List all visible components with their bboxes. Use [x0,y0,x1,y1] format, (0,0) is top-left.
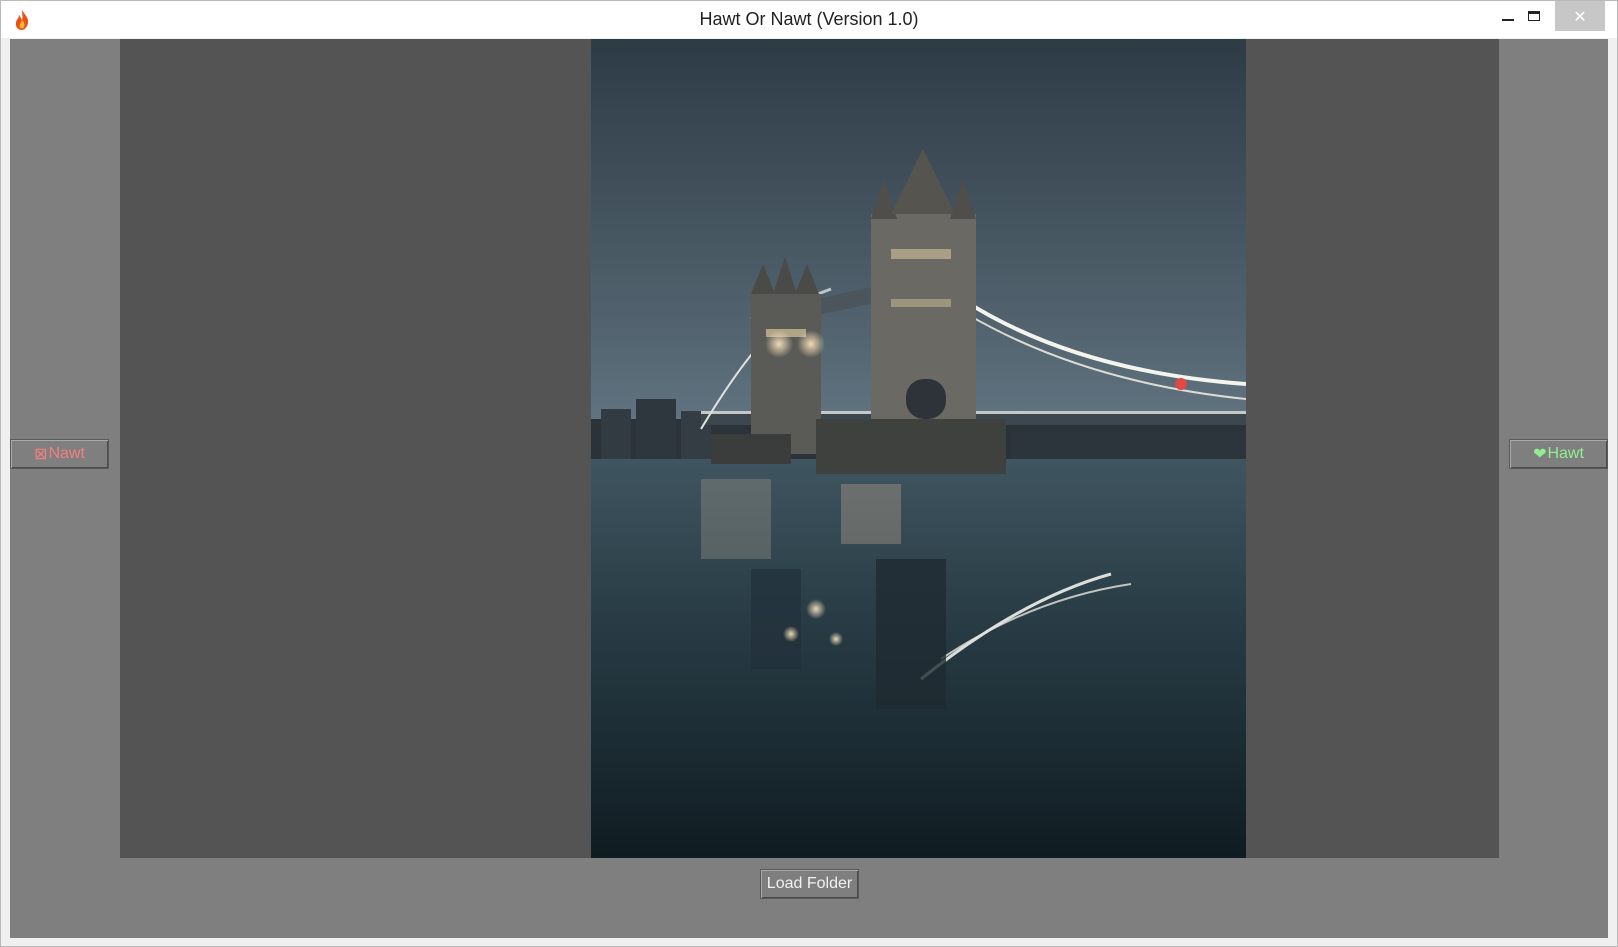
app-window: Hawt Or Nawt (Version 1.0) ✕ ⊠ Nawt ❤ Ha… [0,0,1618,947]
photo-tower-bridge [591,39,1246,858]
nawt-label: Nawt [48,445,85,462]
nawt-button[interactable]: ⊠ Nawt [10,439,109,469]
window-title: Hawt Or Nawt (Version 1.0) [699,9,919,29]
client-area: ⊠ Nawt ❤ Hawt Load Folder [10,39,1608,938]
photo-canvas [591,39,1246,858]
close-button[interactable]: ✕ [1555,1,1605,31]
maximize-icon [1528,11,1540,21]
image-viewer [120,39,1499,858]
close-icon: ✕ [1573,6,1587,26]
title-bar[interactable]: Hawt Or Nawt (Version 1.0) ✕ [1,1,1617,38]
hawt-button[interactable]: ❤ Hawt [1509,439,1608,469]
maximize-button[interactable] [1511,1,1557,31]
load-folder-button[interactable]: Load Folder [760,869,859,899]
load-folder-label: Load Folder [766,875,853,892]
heart-icon: ❤ [1533,446,1547,463]
hawt-label: Hawt [1547,445,1584,462]
x-box-icon: ⊠ [34,446,48,463]
